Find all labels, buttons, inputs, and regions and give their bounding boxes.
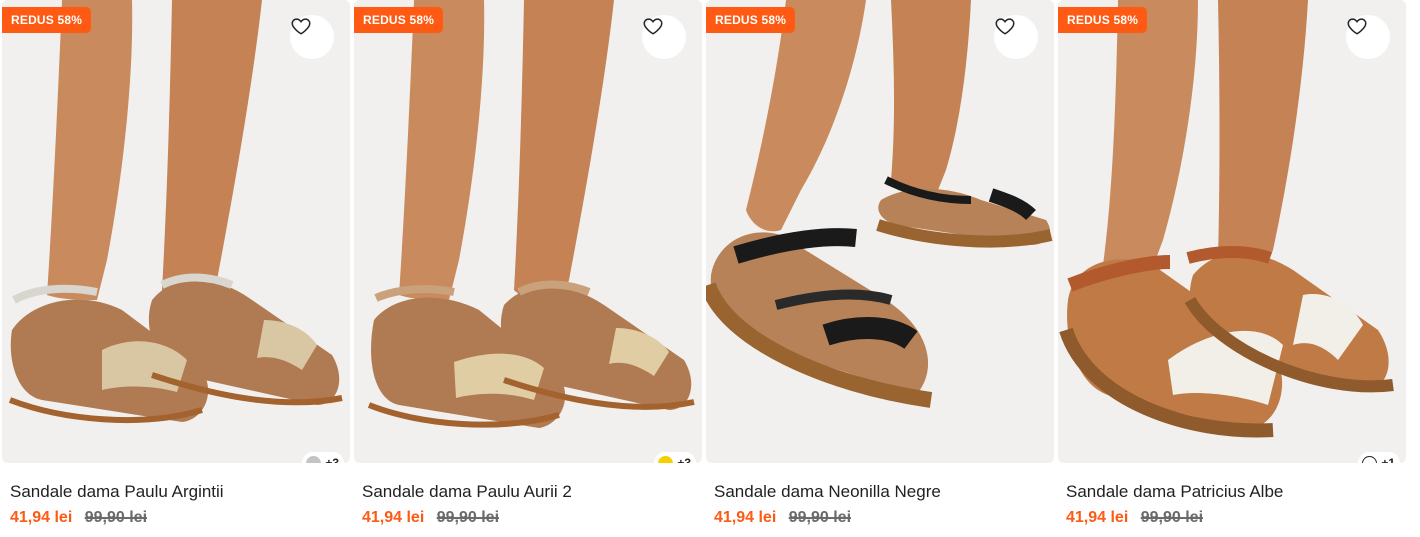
sale-price: 41,94 lei <box>10 509 73 526</box>
product-card[interactable]: REDUS 58% +1 Sandale dama Patricius Albe… <box>1058 0 1406 537</box>
product-image[interactable]: REDUS 58% <box>706 0 1054 463</box>
wishlist-button[interactable] <box>1346 15 1390 59</box>
original-price: 99,90 lei <box>1140 509 1204 526</box>
original-price: 99,90 lei <box>788 509 852 526</box>
heart-icon <box>1347 18 1367 35</box>
product-prices: 41,94 lei 99,90 lei <box>1066 509 1203 527</box>
discount-badge: REDUS 58% <box>354 7 444 33</box>
product-prices: 41,94 lei 99,90 lei <box>714 509 851 527</box>
product-prices: 41,94 lei 99,90 lei <box>10 509 147 527</box>
color-options[interactable]: +3 <box>302 452 344 463</box>
product-prices: 41,94 lei 99,90 lei <box>362 509 499 527</box>
sale-price: 41,94 lei <box>362 509 425 526</box>
sale-price: 41,94 lei <box>1066 509 1129 526</box>
product-card[interactable]: REDUS 58% +3 Sandale dama Paulu Argintii… <box>2 0 350 537</box>
original-price: 99,90 lei <box>84 509 148 526</box>
product-card[interactable]: REDUS 58% +3 Sandale dama Paulu Aurii 2 … <box>354 0 702 537</box>
color-swatch <box>658 455 674 463</box>
color-options[interactable]: +3 <box>654 452 696 463</box>
wishlist-button[interactable] <box>290 15 334 59</box>
more-colors-count: +3 <box>325 456 339 463</box>
color-swatch <box>306 455 322 463</box>
color-swatch <box>1362 455 1378 463</box>
discount-badge: REDUS 58% <box>1058 7 1148 33</box>
product-image[interactable]: REDUS 58% +3 <box>354 0 702 463</box>
sandal-photo <box>706 0 1054 463</box>
wishlist-button[interactable] <box>994 15 1038 59</box>
product-image[interactable]: REDUS 58% +3 <box>2 0 350 463</box>
more-colors-count: +1 <box>1381 456 1395 463</box>
heart-icon <box>291 18 311 35</box>
original-price: 99,90 lei <box>436 509 500 526</box>
product-title[interactable]: Sandale dama Neonilla Negre <box>714 482 941 502</box>
product-title[interactable]: Sandale dama Patricius Albe <box>1066 482 1283 502</box>
sale-price: 41,94 lei <box>714 509 777 526</box>
wishlist-button[interactable] <box>642 15 686 59</box>
product-image[interactable]: REDUS 58% +1 <box>1058 0 1406 463</box>
more-colors-count: +3 <box>677 456 691 463</box>
product-title[interactable]: Sandale dama Paulu Argintii <box>10 482 224 502</box>
heart-icon <box>995 18 1015 35</box>
product-grid: REDUS 58% +3 Sandale dama Paulu Argintii… <box>0 0 1420 537</box>
sandal-photo <box>2 0 350 463</box>
product-title[interactable]: Sandale dama Paulu Aurii 2 <box>362 482 572 502</box>
heart-icon <box>643 18 663 35</box>
discount-badge: REDUS 58% <box>706 7 796 33</box>
color-options[interactable]: +1 <box>1358 452 1400 463</box>
sandal-photo <box>1058 0 1406 463</box>
discount-badge: REDUS 58% <box>2 7 92 33</box>
product-card[interactable]: REDUS 58% Sandale dama Neonilla Negre 41… <box>706 0 1054 537</box>
sandal-photo <box>354 0 702 463</box>
